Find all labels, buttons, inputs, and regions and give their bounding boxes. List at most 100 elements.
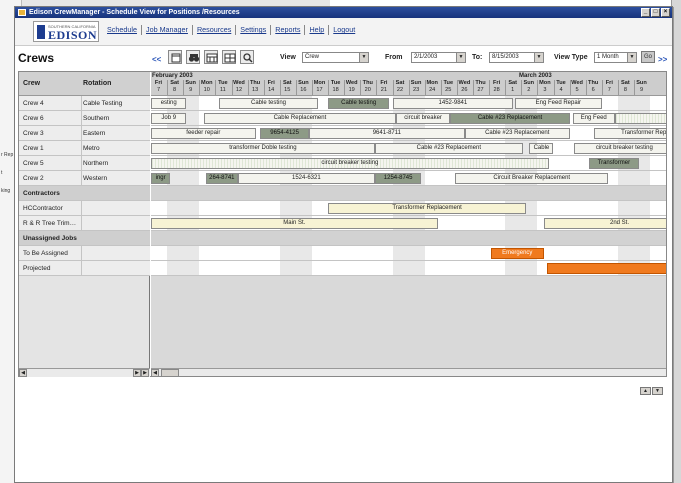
job-bar[interactable]: Transformer Replacement bbox=[328, 203, 527, 214]
day-header: Tue 25 bbox=[441, 80, 456, 94]
job-bar[interactable]: 1524-6321 bbox=[237, 173, 375, 184]
job-bar[interactable]: Emergency bbox=[490, 248, 544, 259]
day-divider bbox=[295, 80, 297, 95]
job-bar[interactable]: 1254-8745 bbox=[374, 173, 422, 184]
crew-row[interactable]: Crew 1 Metro bbox=[19, 141, 150, 156]
view-type-select[interactable]: 1 Month ▼ bbox=[594, 52, 637, 63]
go-button[interactable]: Go bbox=[641, 51, 655, 63]
crew-rotation: Western bbox=[83, 175, 108, 182]
job-bar[interactable]: Cable bbox=[529, 143, 554, 154]
rotation-column-header[interactable]: Rotation bbox=[83, 80, 111, 87]
next-period-button[interactable]: >> bbox=[658, 55, 667, 64]
job-bar[interactable]: feeder repair bbox=[151, 128, 256, 139]
weekend-cell bbox=[521, 216, 538, 230]
day-header: Wed 5 bbox=[570, 80, 585, 94]
job-bar[interactable]: Job 9 bbox=[151, 113, 187, 124]
job-bar[interactable]: Eng Feed bbox=[572, 113, 615, 124]
crew-row[interactable]: Crew 4 Cable Testing bbox=[19, 96, 150, 111]
nav-resources[interactable]: Resources bbox=[193, 25, 237, 35]
crew-column-header[interactable]: Crew bbox=[23, 80, 40, 87]
calendar-week-icon[interactable] bbox=[204, 50, 218, 64]
chevron-down-icon[interactable]: ▼ bbox=[534, 53, 543, 62]
crew-row[interactable]: Crew 5 Northern bbox=[19, 156, 150, 171]
job-bar[interactable]: 1452-9841 bbox=[392, 98, 514, 109]
job-bar[interactable] bbox=[547, 263, 666, 274]
nav-settings[interactable]: Settings bbox=[236, 25, 272, 35]
job-bar[interactable]: 2nd St. bbox=[543, 218, 666, 229]
crew-row[interactable]: R & R Tree Trim… bbox=[19, 216, 150, 231]
chevron-down-icon[interactable]: ▼ bbox=[456, 53, 465, 62]
job-bar[interactable]: esting bbox=[151, 98, 187, 109]
day-name: Wed bbox=[233, 80, 245, 86]
scroll-right-button[interactable]: ▶ bbox=[133, 369, 141, 377]
nav-reports[interactable]: Reports bbox=[271, 25, 306, 35]
nav-schedule[interactable]: Schedule bbox=[103, 25, 142, 35]
to-date-field[interactable]: 8/15/2003 ▼ bbox=[489, 52, 544, 63]
scrollbar-thumb[interactable] bbox=[161, 369, 179, 376]
day-name: Fri bbox=[605, 80, 613, 86]
job-bar[interactable]: Cable #23 Replacement bbox=[374, 143, 523, 154]
day-number: 21 bbox=[380, 87, 387, 93]
job-bar[interactable]: Cable #23 Replacement bbox=[464, 128, 570, 139]
day-name: Sat bbox=[282, 80, 292, 86]
calendar-horizontal-scrollbar[interactable]: ◀ bbox=[151, 368, 666, 376]
section-header-row[interactable]: Unassigned Jobs bbox=[19, 231, 150, 246]
crew-row[interactable]: HCContractor bbox=[19, 201, 150, 216]
crew-row[interactable]: Projected bbox=[19, 261, 150, 276]
weekend-cell bbox=[183, 171, 200, 185]
day-number: 1 bbox=[511, 87, 515, 93]
job-bar[interactable]: circuit breaker bbox=[395, 113, 451, 124]
day-number: 23 bbox=[412, 87, 420, 93]
chevron-down-icon[interactable]: ▼ bbox=[627, 53, 636, 62]
zoom-icon[interactable] bbox=[240, 50, 254, 64]
crew-row[interactable]: Crew 2 Western bbox=[19, 171, 150, 186]
job-bar[interactable]: 9641-8711 bbox=[308, 128, 465, 139]
job-bar[interactable]: 9654-4125 bbox=[260, 128, 309, 139]
day-divider bbox=[376, 80, 378, 95]
nav-job-manager[interactable]: Job Manager bbox=[142, 25, 193, 35]
scroll-down-button[interactable]: ▼ bbox=[652, 387, 663, 395]
crew-row[interactable]: To Be Assigned bbox=[19, 246, 150, 261]
from-date-field[interactable]: 2/1/2003 ▼ bbox=[411, 52, 466, 63]
calendar-day-icon[interactable] bbox=[168, 50, 182, 64]
previous-period-button[interactable]: << bbox=[152, 55, 161, 64]
job-bar[interactable]: ingr bbox=[151, 173, 171, 184]
job-bar[interactable]: circuit breaker testing bbox=[151, 158, 549, 169]
title-bar[interactable]: Edison CrewManager - Schedule View for P… bbox=[15, 7, 672, 18]
left-horizontal-scrollbar[interactable]: ◀ ▶ ▶ bbox=[19, 368, 150, 377]
crew-row[interactable]: Crew 3 Eastern bbox=[19, 126, 150, 141]
job-bar[interactable]: Cable testing bbox=[218, 98, 319, 109]
scroll-left-button[interactable]: ◀ bbox=[19, 369, 27, 377]
job-bar[interactable] bbox=[614, 113, 666, 124]
day-number: 7 bbox=[156, 87, 161, 93]
binoculars-icon[interactable] bbox=[186, 50, 200, 64]
day-name: Wed bbox=[345, 80, 358, 86]
crew-row[interactable]: Crew 6 Southern bbox=[19, 111, 150, 126]
day-divider bbox=[489, 80, 491, 95]
calendar-month-icon[interactable] bbox=[222, 50, 236, 64]
job-bar[interactable]: 264-8741 bbox=[205, 173, 238, 184]
view-label: View bbox=[280, 54, 296, 61]
job-bar[interactable]: Cable testing bbox=[328, 98, 390, 109]
job-bar[interactable]: Cable Replacement bbox=[204, 113, 396, 124]
scroll-up-button[interactable]: ▲ bbox=[640, 387, 651, 395]
job-bar[interactable]: Eng Feed Repair bbox=[514, 98, 602, 109]
chevron-down-icon[interactable]: ▼ bbox=[359, 53, 368, 62]
close-button[interactable]: × bbox=[661, 8, 670, 17]
job-bar[interactable]: Main St. bbox=[151, 218, 438, 229]
minimize-button[interactable]: _ bbox=[641, 8, 650, 17]
schedule-row: circuit breaker testing Transformer bbox=[151, 156, 666, 171]
section-header-row[interactable]: Contractors bbox=[19, 186, 150, 201]
job-bar[interactable]: Transformer bbox=[588, 158, 639, 169]
scroll-left-button[interactable]: ◀ bbox=[151, 369, 159, 376]
scroll-right-button[interactable]: ▶ bbox=[141, 369, 149, 377]
nav-logout[interactable]: Logout bbox=[329, 25, 359, 35]
job-bar[interactable]: Transformer Repla bbox=[593, 128, 666, 139]
view-select[interactable]: Crew ▼ bbox=[302, 52, 369, 63]
maximize-button[interactable]: □ bbox=[651, 8, 660, 17]
job-bar[interactable]: Cable #23 Replacement bbox=[450, 113, 570, 124]
nav-help[interactable]: Help bbox=[305, 25, 330, 35]
job-bar[interactable]: circuit breaker testing bbox=[574, 143, 666, 154]
job-bar[interactable]: Circuit Breaker Replacement bbox=[455, 173, 609, 184]
job-bar[interactable]: transformer Doble testing bbox=[151, 143, 375, 154]
